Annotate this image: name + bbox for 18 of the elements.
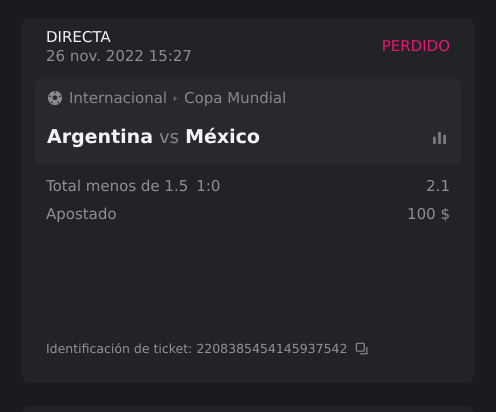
score-label: 1:0 (196, 177, 220, 195)
versus-label: vs (159, 127, 180, 148)
category-link[interactable]: Internacional (69, 89, 168, 107)
stake-value: 100 $ (407, 205, 450, 223)
ticket-id: Identificación de ticket: 2208385454145937542 (46, 341, 348, 356)
copy-icon[interactable] (355, 342, 370, 356)
away-team: México (185, 126, 260, 148)
league-link[interactable]: Copa Mundial (184, 89, 286, 107)
odds-value: 2.1 (426, 177, 450, 195)
soccer-ball-icon (47, 90, 63, 106)
bet-type: DIRECTA (46, 28, 112, 47)
bet-result: PERDIDO (382, 37, 450, 55)
bet-date: 26 nov. 2022 15:27 (46, 47, 192, 66)
market-label: Total menos de 1.5 (46, 177, 188, 195)
home-team: Argentina (47, 126, 154, 148)
stake-label: Apostado (46, 205, 117, 223)
stats-icon[interactable] (432, 130, 447, 144)
chevron-icon (173, 94, 178, 102)
